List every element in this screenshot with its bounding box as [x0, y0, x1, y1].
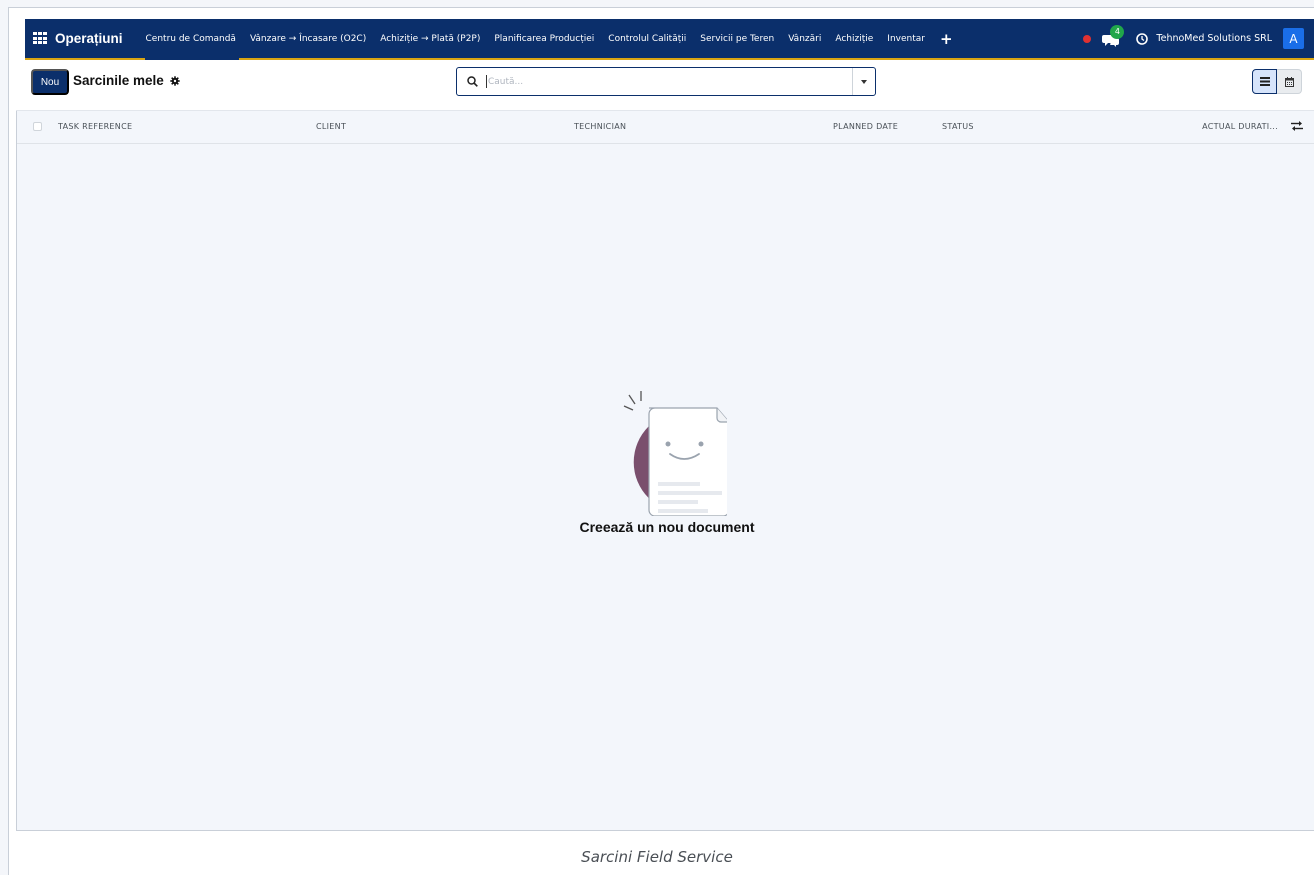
empty-document-illustration: [623, 391, 727, 516]
control-panel: Nou Sarcinile mele: [16, 61, 1314, 111]
page-title: Sarcinile mele: [73, 73, 164, 88]
add-menu-icon[interactable]: +: [932, 19, 961, 58]
menu-item-command-center[interactable]: Centru de Comandă: [139, 19, 243, 60]
search-options-toggle[interactable]: [852, 68, 875, 95]
column-header-technician[interactable]: TECHNICIAN: [574, 122, 626, 131]
calendar-icon: [1284, 76, 1294, 87]
empty-state-title: Creează un nou document: [579, 519, 755, 535]
company-switcher[interactable]: TehnoMed Solutions SRL: [1156, 33, 1272, 44]
top-navbar: Operațiuni Centru de Comandă Vânzare → Î…: [25, 19, 1314, 60]
app-name[interactable]: Operațiuni: [55, 31, 123, 46]
status-dot-icon[interactable]: [1083, 34, 1092, 43]
menu-item-inventory[interactable]: Inventar: [880, 19, 932, 58]
list-view-button[interactable]: [1252, 69, 1277, 94]
search-input[interactable]: [488, 76, 828, 87]
app-brand[interactable]: Operațiuni: [25, 19, 131, 58]
menu-item-order-to-cash[interactable]: Vânzare → Încasare (O2C): [243, 19, 373, 58]
list-view: TASK REFERENCE CLIENT TECHNICIAN PLANNED…: [16, 111, 1314, 831]
column-header-task-reference[interactable]: TASK REFERENCE: [58, 122, 132, 131]
column-header-client[interactable]: CLIENT: [316, 122, 346, 131]
user-avatar[interactable]: A: [1283, 28, 1304, 49]
main-menu: Centru de Comandă Vânzare → Încasare (O2…: [139, 19, 961, 60]
table-header: TASK REFERENCE CLIENT TECHNICIAN PLANNED…: [17, 111, 1314, 144]
view-switcher: [1252, 69, 1302, 94]
menu-item-purchase[interactable]: Achiziție: [828, 19, 880, 58]
column-header-planned-date[interactable]: PLANNED DATE: [833, 122, 898, 131]
column-header-status[interactable]: STATUS: [942, 122, 974, 131]
breadcrumb: Sarcinile mele: [73, 73, 180, 88]
messages-count-badge: 4: [1110, 24, 1125, 39]
menu-item-quality-control[interactable]: Controlul Calității: [601, 19, 693, 58]
menu-item-field-service[interactable]: Servicii pe Teren: [693, 19, 781, 58]
select-all-checkbox[interactable]: [33, 122, 42, 131]
column-header-actual-duration[interactable]: ACTUAL DURATI...: [1202, 122, 1278, 131]
text-cursor: [486, 75, 487, 88]
apps-menu-icon[interactable]: [33, 32, 48, 45]
menu-item-procure-to-pay[interactable]: Achiziție → Plată (P2P): [373, 19, 487, 58]
calendar-view-button[interactable]: [1277, 69, 1302, 94]
list-icon: [1259, 77, 1270, 86]
menu-item-production-planning[interactable]: Planificarea Producției: [487, 19, 601, 58]
navbar-systray: 4 TehnoMed Solutions SRL A: [1083, 19, 1314, 58]
caret-down-icon: [861, 79, 867, 84]
activity-clock-icon[interactable]: [1136, 32, 1149, 45]
menu-item-sales[interactable]: Vânzări: [781, 19, 828, 58]
messages-button[interactable]: 4: [1102, 24, 1125, 47]
gear-icon[interactable]: [170, 75, 180, 86]
page-caption: Sarcini Field Service: [581, 848, 733, 866]
search-icon: [467, 76, 478, 87]
optional-columns-icon[interactable]: [1290, 120, 1304, 132]
new-button[interactable]: Nou: [31, 69, 69, 95]
search-bar: [456, 67, 876, 96]
